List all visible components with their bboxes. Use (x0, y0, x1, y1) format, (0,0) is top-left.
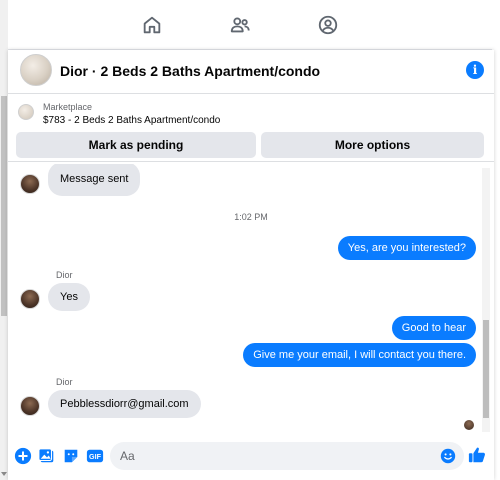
incoming-message: Pebblessdiorr@gmail.com (48, 390, 201, 418)
chat-header: Dior · 2 Beds 2 Baths Apartment/condo i (8, 50, 494, 94)
top-navigation (8, 0, 492, 50)
sender-name: Dior (56, 270, 73, 280)
outgoing-message: Yes, are you interested? (337, 236, 476, 260)
outgoing-message: Good to hear (391, 316, 476, 340)
gif-label: GIF (89, 452, 102, 461)
marketplace-listing-panel: Marketplace $783 - 2 Beds 2 Baths Apartm… (8, 94, 494, 162)
emoji-icon[interactable] (440, 448, 456, 464)
mark-as-pending-button[interactable]: Mark as pending (16, 132, 256, 158)
avatar (20, 174, 40, 194)
outgoing-message: Give me your email, I will contact you t… (243, 343, 476, 367)
photo-icon[interactable] (38, 447, 56, 465)
thumbs-up-icon[interactable] (468, 446, 486, 464)
sender-name: Dior (56, 377, 73, 387)
thread-scrollbar-thumb[interactable] (483, 320, 489, 418)
read-receipt-avatar (464, 420, 474, 430)
incoming-message: Message sent (48, 164, 141, 196)
page-scrollbar-thumb[interactable] (1, 96, 7, 316)
chat-title[interactable]: Dior · 2 Beds 2 Baths Apartment/condo (60, 63, 320, 79)
listing-summary[interactable]: $783 - 2 Beds 2 Baths Apartment/condo (43, 115, 220, 126)
groups-icon[interactable] (317, 14, 339, 36)
marketplace-label: Marketplace (43, 102, 93, 112)
listing-avatar[interactable] (20, 54, 52, 86)
gif-icon[interactable]: GIF (86, 447, 104, 465)
sticker-icon[interactable] (62, 447, 80, 465)
plus-icon[interactable] (14, 447, 32, 465)
info-icon[interactable]: i (466, 61, 484, 79)
message-input[interactable] (110, 442, 464, 470)
home-icon[interactable] (141, 14, 163, 36)
incoming-message: Yes (48, 283, 90, 311)
more-options-button[interactable]: More options (261, 132, 484, 158)
chat-window: Dior · 2 Beds 2 Baths Apartment/condo i … (8, 50, 494, 480)
listing-thumbnail[interactable] (18, 104, 34, 120)
thread-scrollbar[interactable] (482, 168, 490, 432)
avatar (20, 396, 40, 416)
message-timestamp: 1:02 PM (234, 212, 268, 222)
avatar (20, 289, 40, 309)
message-composer: GIF (8, 436, 494, 480)
page-scroll-down-arrow[interactable] (1, 472, 7, 476)
friends-icon[interactable] (229, 14, 251, 36)
page-scrollbar[interactable] (0, 0, 8, 480)
message-thread[interactable]: Message sent 1:02 PM Yes, are you intere… (8, 164, 494, 436)
